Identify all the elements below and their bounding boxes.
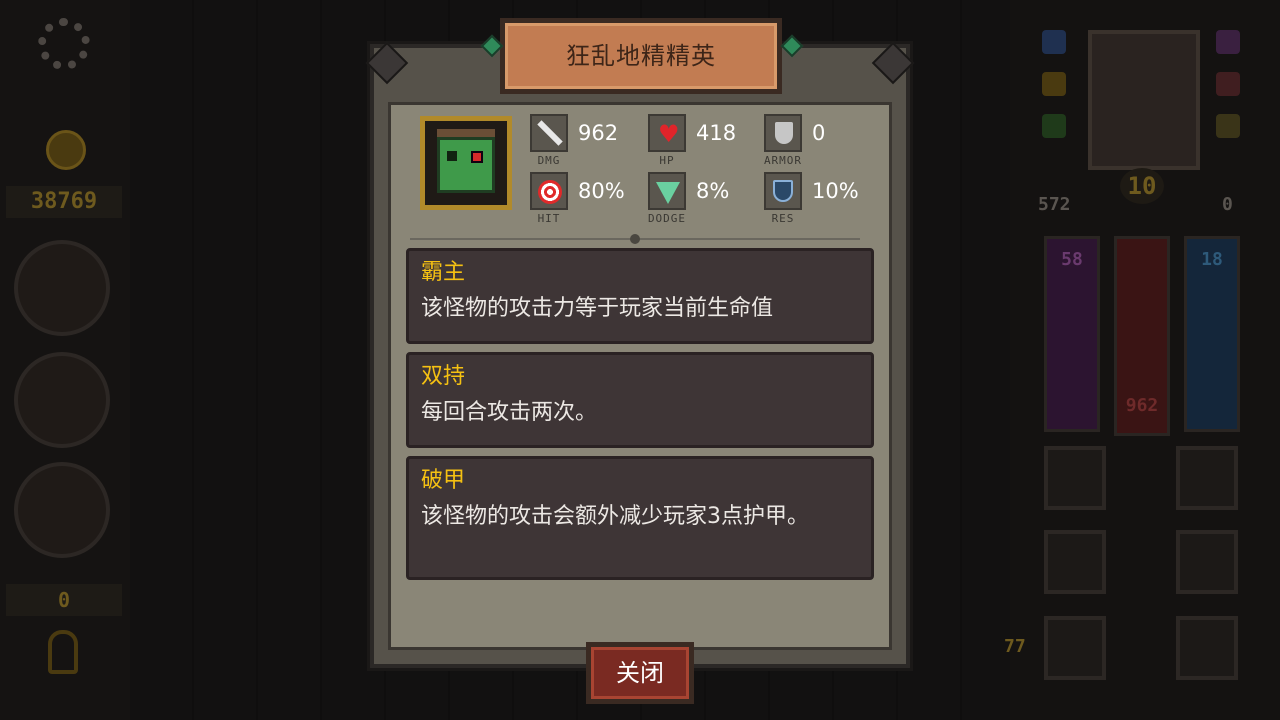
- status-icon-skull-yellow: [1216, 114, 1240, 138]
- status-icon-sun: [1042, 72, 1066, 96]
- goblin-eye-left: [447, 151, 457, 161]
- hero-attack-value: 572: [1038, 194, 1071, 215]
- res-label: RES: [771, 212, 795, 225]
- settings-gear-icon[interactable]: [38, 18, 90, 70]
- hero-portrait[interactable]: [1088, 30, 1200, 170]
- sword-icon: [530, 114, 568, 152]
- ability-name: 破甲: [421, 468, 466, 493]
- status-icon-skull-purple: [1216, 30, 1240, 54]
- mana-bar: 58: [1044, 236, 1100, 432]
- ability-description: 该怪物的攻击会额外减少玩家3点护甲。: [421, 504, 809, 529]
- resistance-shield-icon: [764, 172, 802, 210]
- health-value: 962: [1125, 395, 1159, 416]
- ability-card: 双持 每回合攻击两次。: [406, 352, 874, 448]
- energy-value: 18: [1201, 249, 1223, 270]
- res-value: 10%: [812, 179, 859, 203]
- gold-coin-icon: [46, 130, 86, 170]
- empty-slot[interactable]: [1044, 616, 1106, 680]
- target-icon: [530, 172, 568, 210]
- hit-value: 80%: [578, 179, 625, 203]
- ability-card: 破甲 该怪物的攻击会额外减少玩家3点护甲。: [406, 456, 874, 580]
- key-icon: [48, 630, 78, 674]
- heart-icon: ♥: [648, 114, 686, 152]
- divider-ornament: [630, 234, 640, 244]
- monster-name: 狂乱地精精英: [566, 42, 716, 70]
- hit-label: HIT: [537, 212, 561, 225]
- ability-name: 霸主: [421, 260, 466, 285]
- health-bar: 962: [1114, 236, 1170, 436]
- hero-level: 10: [1120, 168, 1164, 204]
- hero-defense-value: 0: [1222, 194, 1233, 215]
- dodge-label: DODGE: [647, 212, 687, 225]
- rune-slot[interactable]: [1176, 530, 1238, 594]
- energy-bar: 18: [1184, 236, 1240, 432]
- shield-icon: [764, 114, 802, 152]
- goblin-face-icon: [437, 137, 495, 193]
- ability-description: 每回合攻击两次。: [421, 400, 598, 425]
- gold-counter: 38769: [6, 186, 122, 218]
- hp-value: 418: [696, 121, 737, 145]
- dmg-label: DMG: [537, 154, 561, 167]
- armor-value: 0: [812, 121, 826, 145]
- ability-description: 该怪物的攻击力等于玩家当前生命值: [421, 296, 774, 321]
- armor-label: ARMOR: [763, 154, 803, 167]
- fire-slot[interactable]: [1176, 616, 1238, 680]
- potion-slot-1[interactable]: [1044, 446, 1106, 510]
- ability-card: 霸主 该怪物的攻击力等于玩家当前生命值: [406, 248, 874, 344]
- helmet-slot[interactable]: [1176, 446, 1238, 510]
- skill-orb-2[interactable]: [14, 352, 110, 448]
- ability-name: 双持: [421, 364, 466, 389]
- status-icon-blue: [1042, 30, 1066, 54]
- dmg-value: 962: [578, 121, 619, 145]
- slot-counter: 77: [1004, 636, 1026, 657]
- key-counter: 0: [6, 584, 122, 616]
- potion-slot-2[interactable]: [1044, 530, 1106, 594]
- goblin-portrait: [420, 116, 512, 210]
- skill-orb-3[interactable]: [14, 462, 110, 558]
- close-button-label[interactable]: 关闭: [586, 642, 694, 704]
- status-icon-skull-red: [1216, 72, 1240, 96]
- hp-label: HP: [659, 154, 675, 167]
- mana-value: 58: [1061, 249, 1083, 270]
- left-hud: 38769 0: [0, 0, 130, 720]
- skill-orb-1[interactable]: [14, 240, 110, 336]
- goblin-eye-right: [471, 151, 483, 163]
- dodge-value: 8%: [696, 179, 730, 203]
- status-icon-green: [1042, 114, 1066, 138]
- tornado-icon: [648, 172, 686, 210]
